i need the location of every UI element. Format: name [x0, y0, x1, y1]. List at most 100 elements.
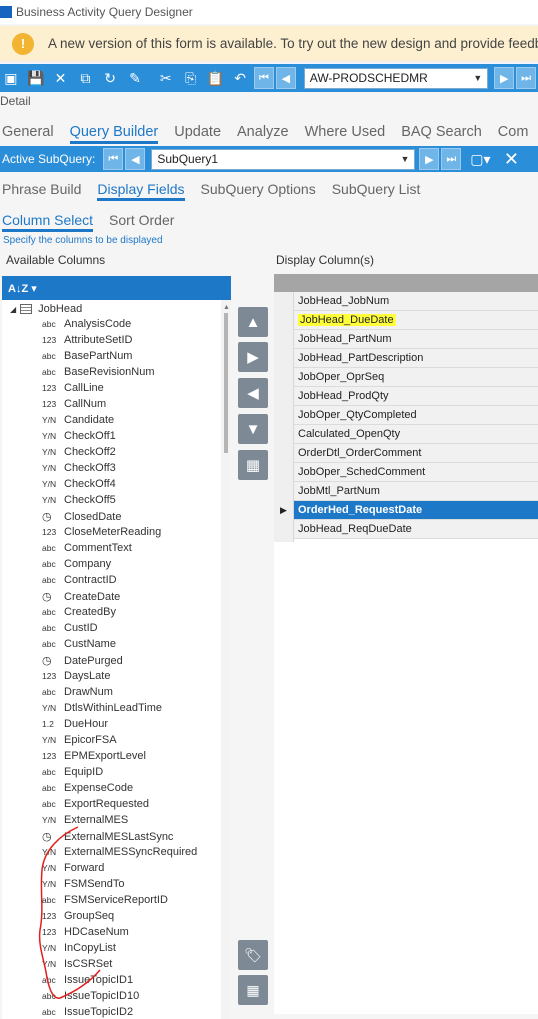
scroll-up-icon[interactable]: ▲: [223, 304, 230, 311]
tab-sort-order[interactable]: Sort Order: [109, 212, 174, 232]
grid-row[interactable]: JobHead_JobNum: [294, 292, 538, 311]
next-subquery-icon[interactable]: ▶: [419, 148, 440, 170]
collapse-caret-icon[interactable]: ◢: [10, 305, 16, 314]
tree-item[interactable]: 123 EPMExportLevel: [42, 750, 146, 762]
query-id-combo[interactable]: AW-PRODSCHEDMR ▼: [303, 67, 489, 89]
tree-item[interactable]: abc CommentText: [42, 542, 132, 554]
close-icon[interactable]: ✕: [500, 148, 522, 170]
tree-item[interactable]: Y/N EpicorFSA: [42, 734, 117, 746]
tree-scrollbar[interactable]: ▲: [221, 300, 231, 1019]
move-down-button[interactable]: ▼: [238, 414, 268, 444]
tree-item[interactable]: abc ContractID: [42, 574, 117, 586]
tree-item[interactable]: abc IssueTopicID1: [42, 974, 133, 986]
scroll-thumb[interactable]: [224, 313, 228, 453]
tab-phrase-build[interactable]: Phrase Build: [2, 181, 81, 201]
move-up-button[interactable]: ▲: [238, 307, 268, 337]
tree-item[interactable]: abc ExpenseCode: [42, 782, 133, 794]
tree-item[interactable]: Y/N ExternalMESSyncRequired: [42, 846, 197, 858]
tree-item[interactable]: Y/N ExternalMES: [42, 814, 128, 826]
clear-icon[interactable]: ✎: [124, 67, 146, 89]
sort-az-icon[interactable]: A↓Z ▾: [8, 282, 37, 295]
next-record-icon[interactable]: ▶: [494, 67, 515, 89]
tree-item[interactable]: 1.2 DueHour: [42, 718, 108, 730]
tree-item[interactable]: abc IssueTopicID2: [42, 1006, 133, 1018]
tree-item[interactable]: abc FSMServiceReportID: [42, 894, 168, 906]
calculator-button[interactable]: ▦: [238, 450, 268, 480]
grid-row[interactable]: JobOper_OprSeq: [294, 368, 538, 387]
grid-row[interactable]: JobHead_PartDescription: [294, 349, 538, 368]
grid-row[interactable]: JobOper_SchedComment: [294, 463, 538, 482]
tree-item[interactable]: Y/N CheckOff3: [42, 462, 116, 474]
tree-item[interactable]: 123 HDCaseNum: [42, 926, 129, 938]
paste-icon[interactable]: ⎘: [180, 67, 202, 89]
new-icon[interactable]: ▣: [0, 67, 22, 89]
cut-icon[interactable]: ✂: [155, 67, 177, 89]
grid-row[interactable]: JobHead_ProdQty: [294, 387, 538, 406]
new-subquery-icon[interactable]: ▢▾: [469, 148, 491, 170]
last-subquery-icon[interactable]: ⏭: [441, 148, 462, 170]
delete-icon[interactable]: ✕: [50, 67, 72, 89]
subquery-combo[interactable]: SubQuery1 ▼: [151, 148, 416, 170]
tree-item[interactable]: 123 AttributeSetID: [42, 334, 132, 346]
tree-item[interactable]: abc AnalysisCode: [42, 318, 131, 330]
tree-item[interactable]: abc CreatedBy: [42, 606, 116, 618]
tree-item[interactable]: ◷ CreateDate: [42, 590, 120, 604]
prev-record-icon[interactable]: ◀: [275, 67, 296, 89]
add-column-button[interactable]: ▶: [238, 342, 268, 372]
tab-query-builder[interactable]: Query Builder: [69, 124, 159, 144]
tab-general[interactable]: General: [2, 124, 54, 144]
tree-item[interactable]: abc BaseRevisionNum: [42, 366, 154, 378]
tree-root-jobhead[interactable]: ◢ JobHead: [10, 303, 82, 315]
tree-item[interactable]: abc ExportRequested: [42, 798, 149, 810]
tree-item[interactable]: abc EquipID: [42, 766, 103, 778]
clipboard-icon[interactable]: 📋: [204, 67, 226, 89]
tree-item[interactable]: Y/N CheckOff1: [42, 430, 116, 442]
tree-item[interactable]: 123 DaysLate: [42, 670, 110, 682]
tab-update[interactable]: Update: [174, 124, 221, 144]
tree-item[interactable]: Y/N Forward: [42, 862, 104, 874]
new-version-banner[interactable]: ! A new version of this form is availabl…: [0, 26, 538, 62]
refresh-icon[interactable]: ↻: [99, 67, 121, 89]
remove-column-button[interactable]: ◀: [238, 378, 268, 408]
tree-item[interactable]: abc CustID: [42, 622, 98, 634]
grid-row[interactable]: JobMtl_PartNum: [294, 482, 538, 501]
copy-icon[interactable]: ⧉: [74, 67, 96, 89]
chevron-down-icon[interactable]: ▼: [473, 73, 482, 83]
tree-item[interactable]: Y/N CheckOff5: [42, 494, 116, 506]
tree-item[interactable]: abc Company: [42, 558, 111, 570]
tab-subquery-list[interactable]: SubQuery List: [332, 181, 421, 201]
tree-item[interactable]: Y/N CheckOff2: [42, 446, 116, 458]
tree-item[interactable]: Y/N InCopyList: [42, 942, 116, 954]
tree-item[interactable]: 123 CallLine: [42, 382, 104, 394]
tree-item[interactable]: Y/N Candidate: [42, 414, 114, 426]
tab-where-used[interactable]: Where Used: [305, 124, 386, 144]
tab-subquery-options[interactable]: SubQuery Options: [201, 181, 316, 201]
tree-item[interactable]: ◷ ExternalMESLastSync: [42, 830, 173, 844]
tree-item[interactable]: abc BasePartNum: [42, 350, 132, 362]
grid-row[interactable]: OrderHed_RequestDate: [294, 501, 538, 520]
last-record-icon[interactable]: ⏭: [516, 67, 536, 89]
tab-display-fields[interactable]: Display Fields: [97, 181, 185, 201]
tree-item[interactable]: 123 CloseMeterReading: [42, 526, 161, 538]
grid-row[interactable]: JobOper_QtyCompleted: [294, 406, 538, 425]
prev-subquery-icon[interactable]: ◀: [125, 148, 146, 170]
tree-item[interactable]: 123 GroupSeq: [42, 910, 114, 922]
tree-item[interactable]: abc DrawNum: [42, 686, 113, 698]
grid-row[interactable]: JobHead_DueDate: [294, 311, 538, 330]
grid-row[interactable]: JobHead_PartNum: [294, 330, 538, 349]
save-icon[interactable]: 💾: [25, 67, 47, 89]
first-record-icon[interactable]: ⏮: [254, 67, 274, 89]
chevron-down-icon[interactable]: ▼: [400, 154, 409, 164]
tree-item[interactable]: Y/N CheckOff4: [42, 478, 116, 490]
tree-item[interactable]: abc IssueTopicID10: [42, 990, 139, 1002]
tab-com[interactable]: Com: [498, 124, 529, 144]
tab-baq-search[interactable]: BAQ Search: [401, 124, 482, 144]
grid-row[interactable]: JobHead_ReqDueDate: [294, 520, 538, 539]
tree-item[interactable]: 123 CallNum: [42, 398, 106, 410]
tab-analyze[interactable]: Analyze: [237, 124, 289, 144]
available-columns-tree[interactable]: ◢ JobHead ▲ abc AnalysisCode 123 AttributeS…: [2, 300, 231, 1019]
undo-icon[interactable]: ↶: [229, 67, 251, 89]
grid-button[interactable]: ▦: [238, 975, 268, 1005]
first-subquery-icon[interactable]: ⏮: [103, 148, 124, 170]
grid-row[interactable]: Calculated_OpenQty: [294, 425, 538, 444]
